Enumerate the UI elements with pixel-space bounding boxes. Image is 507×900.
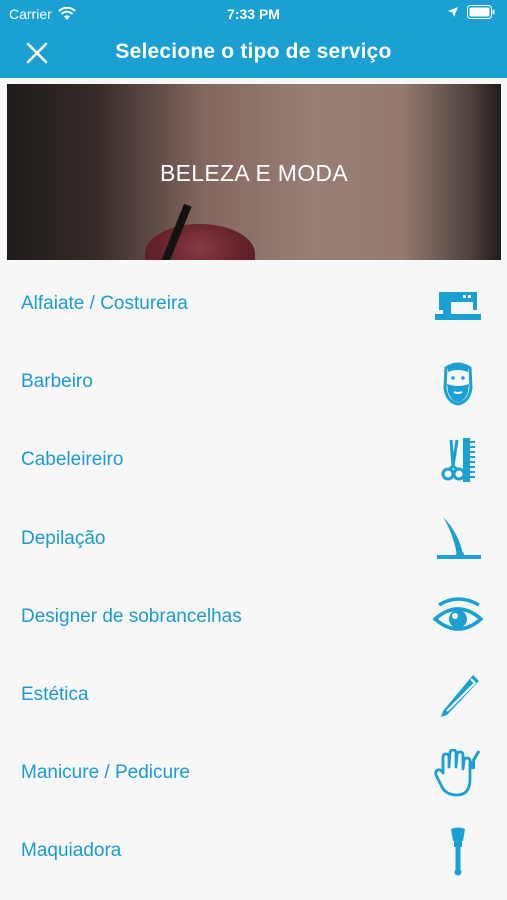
service-label: Designer de sobrancelhas <box>21 605 242 627</box>
service-label: Depilação <box>21 527 106 549</box>
service-item-manicure[interactable]: Manicure / Pedicure <box>0 735 507 813</box>
service-item-designer-sobrancelhas[interactable]: Designer de sobrancelhas <box>0 579 507 657</box>
status-bar: Carrier 7:33 PM <box>0 0 507 28</box>
bearded-face-icon <box>443 362 473 406</box>
clock: 7:33 PM <box>227 6 280 22</box>
service-item-cabeleireiro[interactable]: Cabeleireiro <box>0 422 507 500</box>
service-label: Maquiadora <box>21 840 122 862</box>
eye-icon <box>433 597 483 631</box>
service-label: Estética <box>21 683 89 705</box>
category-banner: BELEZA E MODA <box>7 84 501 260</box>
hand-icon <box>434 749 481 797</box>
service-item-depilacao[interactable]: Depilação <box>0 501 507 579</box>
category-title: BELEZA E MODA <box>160 160 348 186</box>
service-label: Barbeiro <box>21 371 93 393</box>
service-label: Cabeleireiro <box>21 449 124 471</box>
service-label: Manicure / Pedicure <box>21 762 190 784</box>
service-item-barbeiro[interactable]: Barbeiro <box>0 344 507 422</box>
location-arrow-icon <box>448 7 458 17</box>
service-item-alfaiate[interactable]: Alfaiate / Costureira <box>0 266 507 344</box>
tweezers-icon <box>441 674 479 717</box>
battery-icon <box>467 5 495 19</box>
makeup-brush-icon <box>451 827 465 876</box>
page-title: Selecione o tipo de serviço <box>115 40 392 63</box>
nav-bar: Selecione o tipo de serviço <box>0 28 507 78</box>
service-item-maquiadora[interactable]: Maquiadora <box>0 813 507 891</box>
sewing-machine-icon <box>435 292 481 320</box>
service-item-estetica[interactable]: Estética <box>0 657 507 735</box>
hair-removal-icon <box>437 516 481 559</box>
service-label: Alfaiate / Costureira <box>21 293 188 314</box>
service-list: Alfaiate / Costureira Barbeiro Cabeleire… <box>0 266 507 892</box>
comb-scissors-icon <box>441 438 475 483</box>
